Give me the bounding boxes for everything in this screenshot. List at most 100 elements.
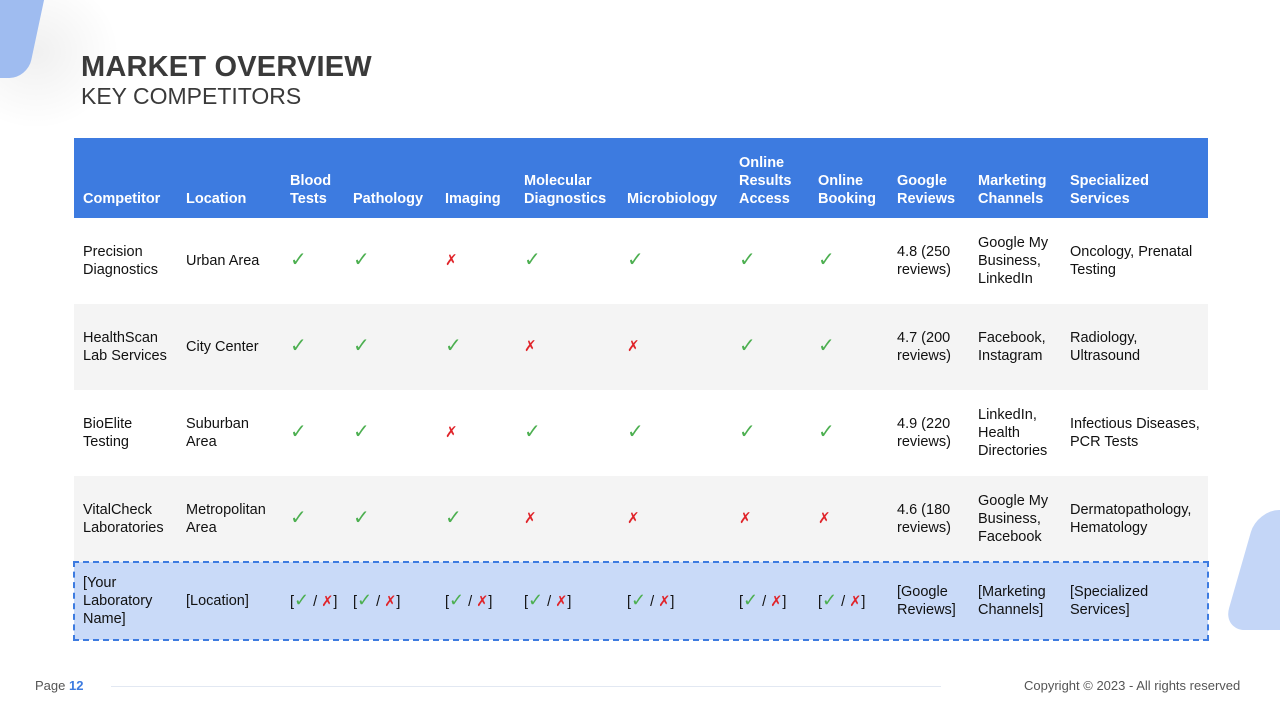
bracket-close: ] xyxy=(782,594,787,610)
header-specialized-services: Specialized Services xyxy=(1070,173,1149,207)
cell-online-results: ✓ xyxy=(730,304,809,390)
cell-blood-tests: ✓ xyxy=(281,218,344,304)
cross-icon: ✗ xyxy=(524,510,537,527)
bracket-close: ] xyxy=(488,594,493,610)
cell-molecular: ✗ xyxy=(515,304,618,390)
cell-pathology: ✓ xyxy=(344,476,436,562)
check-icon: ✓ xyxy=(357,590,373,610)
cell-competitor: BioElite Testing xyxy=(83,416,133,450)
cell-blood-tests: ✓ xyxy=(281,476,344,562)
cross-icon: ✗ xyxy=(555,594,568,610)
cell-location: Urban Area xyxy=(186,253,260,269)
header-imaging: Imaging xyxy=(445,191,501,207)
check-icon: ✓ xyxy=(290,335,307,357)
cell-imaging: ✗ xyxy=(436,390,515,476)
cross-icon: ✗ xyxy=(445,424,458,441)
cell-location: City Center xyxy=(186,339,259,355)
cross-icon: ✗ xyxy=(770,594,783,610)
cell-online-results: ✗ xyxy=(730,476,809,562)
cell-google-reviews: 4.7 (200 reviews) xyxy=(897,330,951,364)
page-label: Page xyxy=(35,678,66,693)
cell-microbiology: ✓ xyxy=(618,218,730,304)
slash: / xyxy=(543,594,556,610)
cell-competitor: [Your Laboratory Name] xyxy=(83,575,153,627)
check-or-cross-placeholder: [✓ / ✗] xyxy=(353,591,401,610)
bracket-close: ] xyxy=(333,594,338,610)
bracket-close: ] xyxy=(861,594,866,610)
cell-molecular: [✓ / ✗] xyxy=(515,562,618,640)
check-or-cross-placeholder: [✓ / ✗] xyxy=(524,591,572,610)
cell-marketing-channels: Google My Business, LinkedIn xyxy=(978,235,1049,287)
table-row: HealthScan Lab Services City Center ✓ ✓ … xyxy=(74,304,1208,390)
page-number-value: 12 xyxy=(69,678,84,693)
check-icon: ✓ xyxy=(739,249,756,271)
cell-google-reviews: [Google Reviews] xyxy=(897,584,956,618)
check-icon: ✓ xyxy=(739,421,756,443)
cell-online-results: [✓ / ✗] xyxy=(730,562,809,640)
cell-specialized-services: Infectious Diseases, PCR Tests xyxy=(1070,416,1200,450)
cell-specialized-services: Radiology, Ultrasound xyxy=(1070,330,1141,364)
cell-specialized-services: [Specialized Services] xyxy=(1070,584,1149,618)
cell-pathology: ✓ xyxy=(344,390,436,476)
cell-specialized-services: Dermatopathology, Hematology xyxy=(1070,502,1192,536)
check-or-cross-placeholder: [✓ / ✗] xyxy=(818,591,866,610)
cell-imaging: ✓ xyxy=(436,304,515,390)
cell-microbiology: [✓ / ✗] xyxy=(618,562,730,640)
cross-icon: ✗ xyxy=(627,338,640,355)
decorative-shape-bottom-right xyxy=(1222,510,1280,630)
cell-competitor: HealthScan Lab Services xyxy=(83,330,167,364)
table-row: VitalCheck Laboratories Metropolitan Are… xyxy=(74,476,1208,562)
bracket-close: ] xyxy=(396,594,401,610)
check-icon: ✓ xyxy=(524,249,541,271)
check-icon: ✓ xyxy=(449,590,465,610)
check-icon: ✓ xyxy=(743,590,759,610)
cell-blood-tests: ✓ xyxy=(281,304,344,390)
cell-molecular: ✗ xyxy=(515,476,618,562)
check-icon: ✓ xyxy=(353,421,370,443)
check-icon: ✓ xyxy=(353,507,370,529)
cell-online-booking: ✓ xyxy=(809,390,888,476)
cross-icon: ✗ xyxy=(627,510,640,527)
cell-location: [Location] xyxy=(186,593,249,609)
cell-competitor: Precision Diagnostics xyxy=(83,244,158,278)
check-icon: ✓ xyxy=(818,249,835,271)
cell-online-booking: ✓ xyxy=(809,218,888,304)
header-molecular-diagnostics: Molecular Diagnostics xyxy=(524,173,607,207)
header-online-booking: Online Booking xyxy=(818,173,876,207)
page-title: MARKET OVERVIEW xyxy=(81,51,372,83)
cell-google-reviews: 4.8 (250 reviews) xyxy=(897,244,951,278)
page-subtitle: KEY COMPETITORS xyxy=(81,83,302,109)
cell-blood-tests: ✓ xyxy=(281,390,344,476)
cell-pathology: [✓ / ✗] xyxy=(344,562,436,640)
header-microbiology: Microbiology xyxy=(627,191,718,207)
cross-icon: ✗ xyxy=(321,594,334,610)
header-online-results-access: Online Results Access xyxy=(739,155,792,207)
cell-location: Metropolitan Area xyxy=(186,502,266,536)
check-icon: ✓ xyxy=(524,421,541,443)
slash: / xyxy=(372,594,385,610)
cross-icon: ✗ xyxy=(476,594,489,610)
cell-specialized-services: Oncology, Prenatal Testing xyxy=(1070,244,1193,278)
table-row: BioElite Testing Suburban Area ✓ ✓ ✗ ✓ ✓… xyxy=(74,390,1208,476)
cross-icon: ✗ xyxy=(658,594,671,610)
check-icon: ✓ xyxy=(818,335,835,357)
bracket-close: ] xyxy=(670,594,675,610)
bracket-close: ] xyxy=(567,594,572,610)
copyright-text: Copyright © 2023 - All rights reserved xyxy=(1024,678,1241,693)
cell-online-booking: ✓ xyxy=(809,304,888,390)
check-icon: ✓ xyxy=(290,249,307,271)
check-or-cross-placeholder: [✓ / ✗] xyxy=(290,591,338,610)
cell-pathology: ✓ xyxy=(344,304,436,390)
cross-icon: ✗ xyxy=(849,594,862,610)
slash: / xyxy=(464,594,477,610)
header-pathology: Pathology xyxy=(353,191,424,207)
header-competitor: Competitor xyxy=(83,191,161,207)
cell-microbiology: ✗ xyxy=(618,476,730,562)
cross-icon: ✗ xyxy=(445,252,458,269)
cell-molecular: ✓ xyxy=(515,218,618,304)
table-header-row: Competitor Location Blood Tests Patholog… xyxy=(74,138,1208,218)
header-marketing-channels: Marketing Channels xyxy=(978,173,1047,207)
check-icon: ✓ xyxy=(445,507,462,529)
check-icon: ✓ xyxy=(290,421,307,443)
cell-marketing-channels: [Marketing Channels] xyxy=(978,584,1046,618)
